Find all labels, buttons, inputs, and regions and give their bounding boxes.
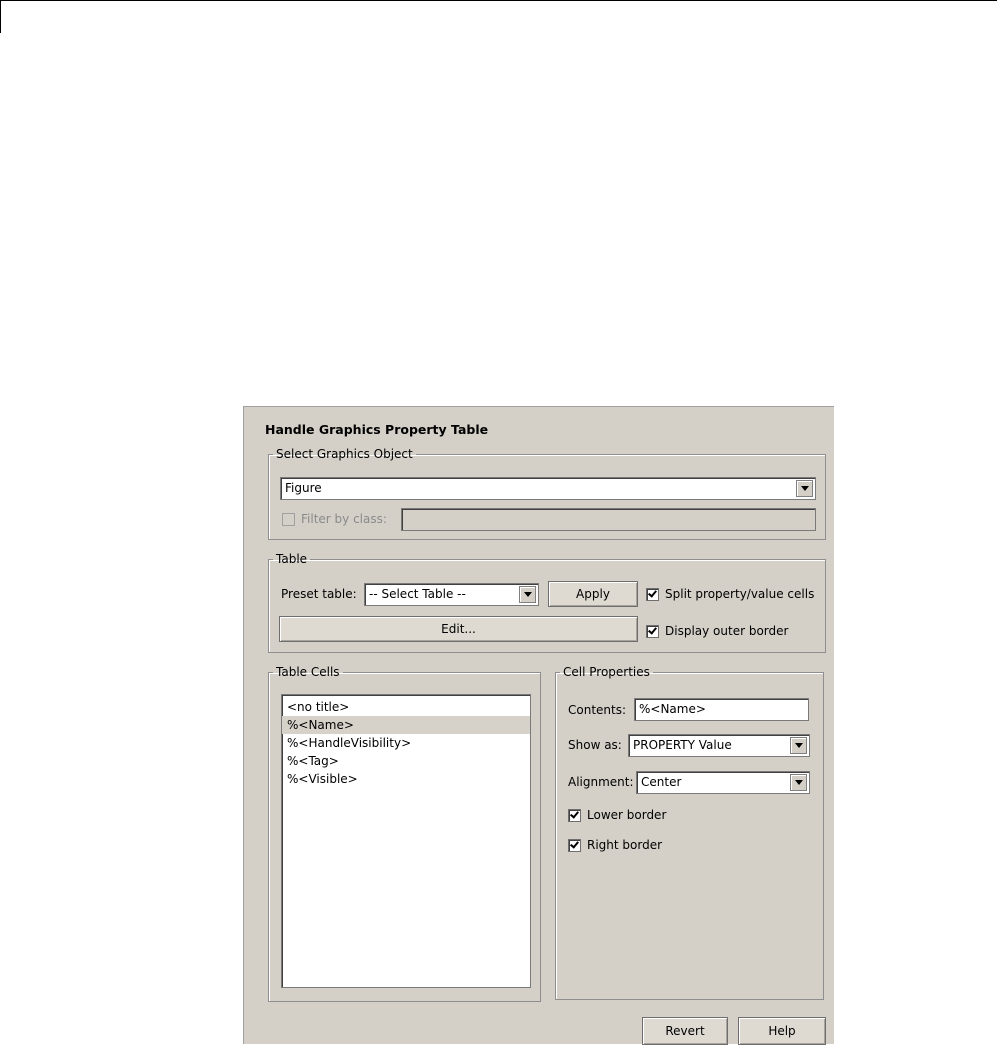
list-item[interactable]: %<Tag> xyxy=(282,752,530,770)
right-border-checkbox[interactable]: Right border xyxy=(568,838,662,852)
revert-button[interactable]: Revert xyxy=(642,1017,728,1045)
list-item[interactable]: <no title> xyxy=(282,698,530,716)
preset-table-value: -- Select Table -- xyxy=(369,587,466,601)
chevron-down-icon[interactable] xyxy=(790,737,807,754)
lower-border-checkbox[interactable]: Lower border xyxy=(568,808,666,822)
right-border-label: Right border xyxy=(587,838,663,852)
show-as-label: Show as: xyxy=(568,738,622,752)
show-as-value: PROPERTY Value xyxy=(633,738,732,752)
list-item-selected[interactable]: %<Name> xyxy=(282,716,530,734)
page-top-rule xyxy=(0,0,997,1)
preset-table-select[interactable]: -- Select Table -- xyxy=(364,583,539,606)
table-cells-list[interactable]: <no title> %<Name> %<HandleVisibility> %… xyxy=(281,694,531,988)
help-button[interactable]: Help xyxy=(738,1017,826,1045)
checkbox-checked-icon xyxy=(646,624,659,638)
dialog-title: Handle Graphics Property Table xyxy=(265,422,489,437)
table-legend: Table xyxy=(276,552,308,566)
checkbox-checked-icon xyxy=(568,838,581,852)
filter-by-class-checkbox[interactable]: Filter by class: xyxy=(282,512,387,526)
apply-button[interactable]: Apply xyxy=(548,581,638,607)
table-cells-legend: Table Cells xyxy=(276,665,340,679)
edit-button[interactable]: Edit... xyxy=(279,616,638,642)
list-item[interactable]: %<HandleVisibility> xyxy=(282,734,530,752)
contents-label: Contents: xyxy=(568,703,627,717)
contents-input[interactable]: %<Name> xyxy=(634,698,809,721)
graphics-object-select[interactable]: Figure xyxy=(280,477,816,500)
split-cells-label: Split property/value cells xyxy=(665,587,815,601)
contents-value: %<Name> xyxy=(639,702,706,716)
select-graphics-object-legend: Select Graphics Object xyxy=(276,447,413,461)
display-outer-border-label: Display outer border xyxy=(665,624,789,638)
checkbox-icon xyxy=(282,512,295,526)
chevron-down-icon[interactable] xyxy=(519,586,536,603)
checkbox-checked-icon xyxy=(646,587,659,601)
alignment-select[interactable]: Center xyxy=(636,771,810,794)
lower-border-label: Lower border xyxy=(587,808,667,822)
filter-by-class-label: Filter by class: xyxy=(301,512,387,526)
alignment-label: Alignment: xyxy=(568,775,634,789)
filter-class-input[interactable] xyxy=(401,508,816,531)
checkbox-checked-icon xyxy=(568,808,581,822)
page-left-rule xyxy=(0,0,1,33)
show-as-select[interactable]: PROPERTY Value xyxy=(628,734,810,757)
display-outer-border-checkbox[interactable]: Display outer border xyxy=(646,624,788,638)
preset-table-label: Preset table: xyxy=(281,587,357,601)
graphics-object-value: Figure xyxy=(285,481,322,495)
split-cells-checkbox[interactable]: Split property/value cells xyxy=(646,587,814,601)
cell-properties-legend: Cell Properties xyxy=(563,665,650,679)
chevron-down-icon[interactable] xyxy=(796,480,813,497)
alignment-value: Center xyxy=(641,775,682,789)
chevron-down-icon[interactable] xyxy=(790,774,807,791)
list-item[interactable]: %<Visible> xyxy=(282,770,530,788)
property-table-dialog: Handle Graphics Property Table Select Gr… xyxy=(243,406,834,1045)
